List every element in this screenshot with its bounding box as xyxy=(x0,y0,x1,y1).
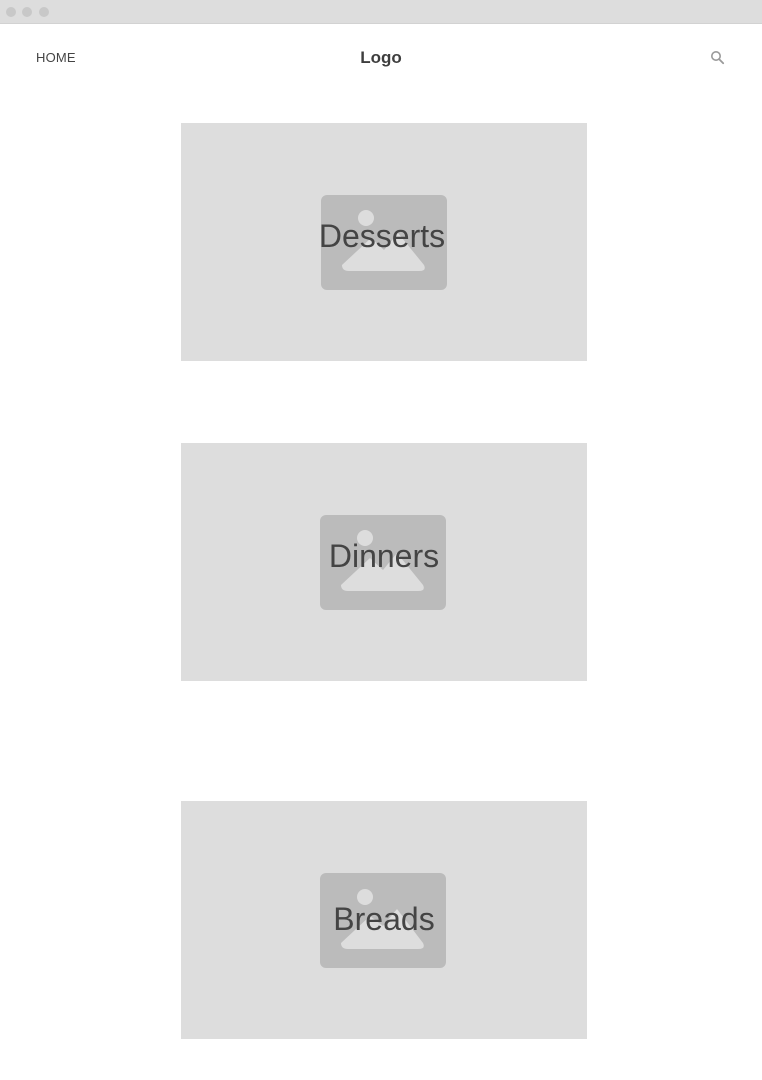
window-minimize-dot[interactable] xyxy=(22,7,32,17)
search-icon-graphic xyxy=(711,51,725,65)
search-icon[interactable] xyxy=(709,49,727,67)
category-card-desserts[interactable]: Desserts xyxy=(181,123,587,361)
category-card-breads[interactable]: Breads xyxy=(181,801,587,1039)
window-titlebar xyxy=(0,0,762,24)
category-card-label: Dinners xyxy=(328,538,440,574)
browser-window: HOME Logo Desserts Dinners Breads xyxy=(0,0,762,1080)
site-logo[interactable]: Logo xyxy=(0,48,762,68)
category-card-label: Breads xyxy=(333,901,435,937)
window-close-dot[interactable] xyxy=(6,7,16,17)
window-maximize-dot[interactable] xyxy=(39,7,49,17)
category-card-dinners[interactable]: Dinners xyxy=(181,443,587,681)
category-card-label: Desserts xyxy=(318,218,446,254)
